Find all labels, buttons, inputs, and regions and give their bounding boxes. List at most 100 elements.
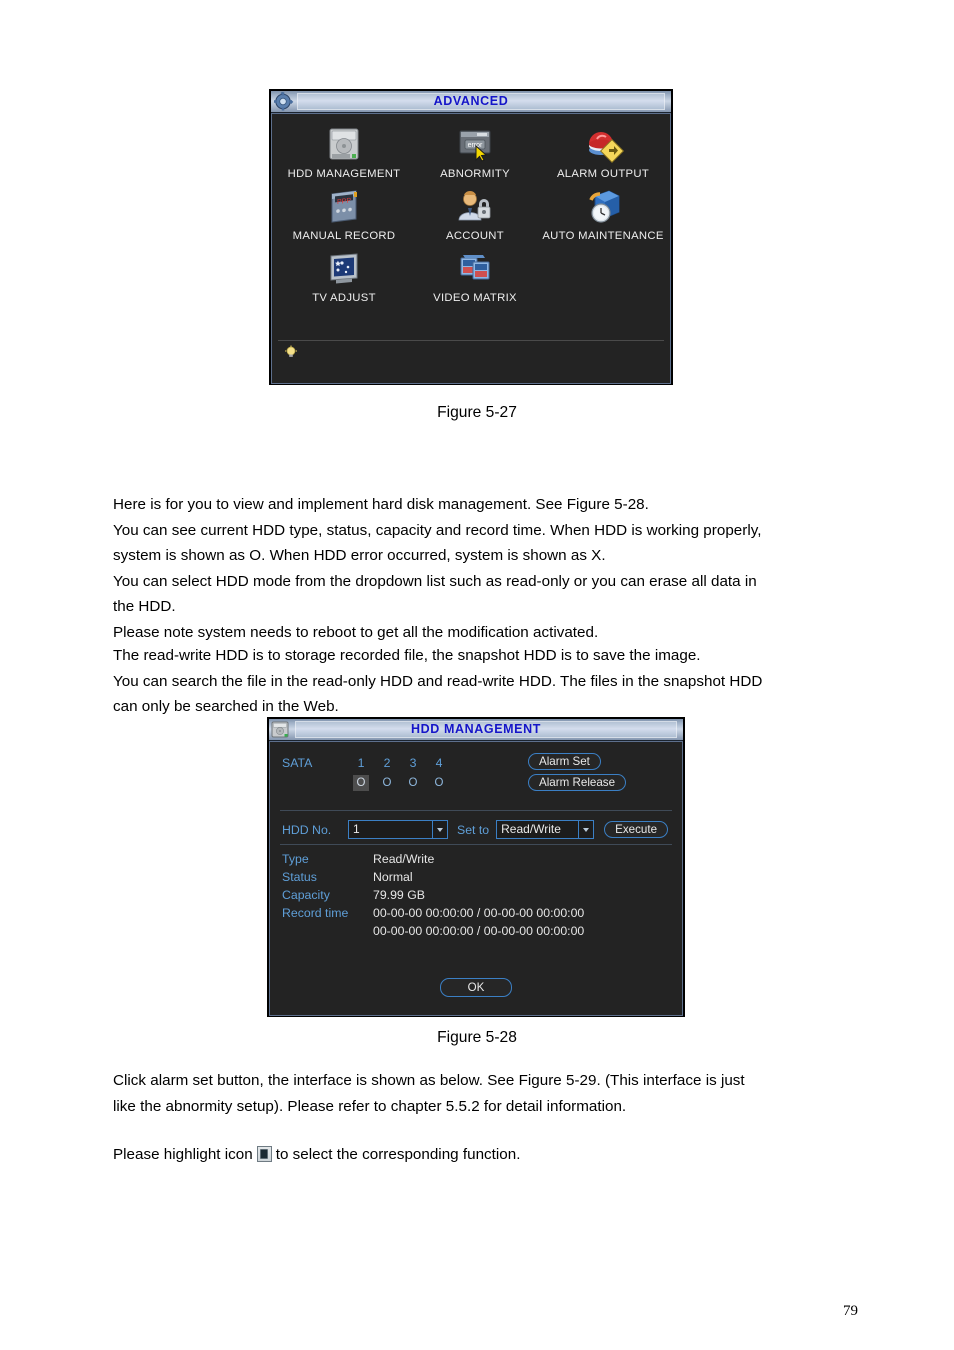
ok-button[interactable]: OK xyxy=(440,978,512,997)
chevron-down-icon[interactable] xyxy=(432,821,447,838)
paragraph-line: can only be searched in the Web. xyxy=(113,698,339,716)
paragraph-line: Please note system needs to reboot to ge… xyxy=(113,623,599,641)
menu-item-tv-adjust[interactable]: TV ADJUST xyxy=(278,248,410,304)
tv-screen-icon xyxy=(322,248,366,290)
property-value: Normal xyxy=(373,870,413,884)
advanced-dialog-title: ADVANCED xyxy=(433,94,509,108)
section-divider xyxy=(280,810,672,811)
alarm-siren-icon xyxy=(581,124,625,166)
menu-item-label: ACCOUNT xyxy=(446,230,504,242)
menu-item-auto-maintenance[interactable]: AUTO MAINTENANCE xyxy=(537,186,669,242)
menu-item-abnormity[interactable]: error ABNORMITY xyxy=(409,124,541,180)
paragraph-alarm-set: Click alarm set button, the interface is… xyxy=(113,1068,873,1119)
hdd-dialog-title: HDD MANAGEMENT xyxy=(411,722,541,736)
highlight-square-icon xyxy=(256,1146,272,1162)
paragraph-line: You can select HDD mode from the dropdow… xyxy=(113,572,757,590)
menu-item-label: MANUAL RECORD xyxy=(292,230,396,242)
alarm-set-button[interactable]: Alarm Set xyxy=(528,753,601,770)
advanced-dialog-titlebar: ADVANCED xyxy=(271,91,671,113)
box-clock-icon xyxy=(581,186,625,228)
chevron-down-icon[interactable] xyxy=(578,821,593,838)
property-key: Capacity xyxy=(282,888,330,902)
property-key: Record time xyxy=(282,906,349,920)
highlight-text-after: to select the corresponding function. xyxy=(275,1146,521,1163)
hdd-dialog-body: SATA 1 2 3 4 O O O O Alarm Set Alarm Rel… xyxy=(269,741,683,1016)
paragraph-line: Click alarm set button, the interface is… xyxy=(113,1072,745,1089)
execute-button[interactable]: Execute xyxy=(604,821,669,838)
hdd-no-value: 1 xyxy=(353,822,360,836)
sata-number: 2 xyxy=(383,756,391,770)
light-bulb-icon xyxy=(284,345,298,359)
sata-number: 4 xyxy=(435,756,443,770)
paragraph-line: like the abnormity setup). Please refer … xyxy=(113,1097,627,1115)
paragraph-line: system is shown as O. When HDD error occ… xyxy=(113,547,606,565)
section-divider xyxy=(280,844,672,845)
paragraph-line: the HDD. xyxy=(113,598,176,616)
svg-text:error: error xyxy=(468,142,483,149)
video-matrix-icon xyxy=(453,248,497,290)
hdd-no-label: HDD No. xyxy=(282,822,332,837)
sata-status-indicator[interactable]: O xyxy=(431,775,447,791)
menu-divider xyxy=(278,340,664,341)
figure-5-27-caption: Figure 5-27 xyxy=(437,404,517,421)
sata-number: 3 xyxy=(409,756,417,770)
alarm-button-group: Alarm Set Alarm Release xyxy=(528,753,627,791)
property-row-capacity: Capacity 79.99 GB xyxy=(282,888,676,906)
figure-5-28-caption: Figure 5-28 xyxy=(437,1029,517,1046)
paragraph-line: You can see current HDD type, status, ca… xyxy=(113,521,762,539)
property-key: Type xyxy=(282,852,309,866)
sata-number: 1 xyxy=(357,756,365,770)
set-to-dropdown[interactable]: Read/Write xyxy=(496,820,595,839)
menu-item-label: TV ADJUST xyxy=(312,292,376,304)
menu-item-manual-record[interactable]: PPP MANUAL RECORD xyxy=(278,186,410,242)
paragraph-hdd-intro: Here is for you to view and implement ha… xyxy=(113,492,873,646)
hdd-dialog-titlebar: HDD MANAGEMENT xyxy=(269,719,683,741)
sata-status-row: O O O O xyxy=(353,775,447,791)
menu-item-alarm-output[interactable]: ALARM OUTPUT xyxy=(537,124,669,180)
advanced-menu-grid: HDD MANAGEMENT error ABNORMITY ALARM OUT… xyxy=(272,120,670,335)
hdd-selection-row: HDD No. 1 Set to Read/Write Execute xyxy=(282,820,669,839)
user-lock-icon xyxy=(453,186,497,228)
menu-item-video-matrix[interactable]: VIDEO MATRIX xyxy=(409,248,541,304)
page-number: 79 xyxy=(843,1303,858,1319)
record-time-line: 00-00-00 00:00:00 / 00-00-00 00:00:00 xyxy=(373,906,585,920)
set-to-value: Read/Write xyxy=(501,822,561,836)
property-value: Read/Write xyxy=(373,852,435,866)
property-key: Status xyxy=(282,870,317,884)
paragraph-line: Here is for you to view and implement ha… xyxy=(113,496,649,513)
menu-item-label: AUTO MAINTENANCE xyxy=(542,230,664,242)
error-dialog-icon: error xyxy=(453,124,497,166)
hdd-no-dropdown[interactable]: 1 xyxy=(348,820,448,839)
record-time-values: 00-00-00 00:00:00 / 00-00-00 00:00:00 00… xyxy=(373,906,584,942)
paragraph-hdd-modes: The read-write HDD is to storage recorde… xyxy=(113,643,873,720)
paragraph-line-with-icon: Please highlight icon to select the corre… xyxy=(113,1142,873,1168)
hdd-management-dialog: HDD MANAGEMENT SATA 1 2 3 4 O O O O Alar… xyxy=(267,717,685,1017)
hdd-properties: Type Read/Write Status Normal Capacity 7… xyxy=(282,852,676,942)
sata-status-indicator[interactable]: O xyxy=(379,775,395,791)
menu-item-label: ABNORMITY xyxy=(440,168,510,180)
highlight-text-before: Please highlight icon xyxy=(113,1146,253,1163)
property-row-record-time: Record time 00-00-00 00:00:00 / 00-00-00… xyxy=(282,906,676,942)
property-row-status: Status Normal xyxy=(282,870,676,888)
sata-status-indicator[interactable]: O xyxy=(405,775,421,791)
property-row-type: Type Read/Write xyxy=(282,852,676,870)
record-time-line: 00-00-00 00:00:00 / 00-00-00 00:00:00 xyxy=(373,924,585,938)
menu-item-label: ALARM OUTPUT xyxy=(556,168,650,180)
sata-label: SATA xyxy=(282,756,313,770)
alarm-release-button[interactable]: Alarm Release xyxy=(528,774,627,791)
property-value: 79.99 GB xyxy=(373,888,425,902)
menu-item-label: VIDEO MATRIX xyxy=(433,292,517,304)
advanced-menu-dialog: ADVANCED HDD MANAGEMENT error ABNORMITY … xyxy=(269,89,673,385)
menu-item-label: HDD MANAGEMENT xyxy=(287,168,401,180)
paragraph-line: You can search the file in the read-only… xyxy=(113,672,763,690)
menu-item-account[interactable]: ACCOUNT xyxy=(409,186,541,242)
menu-item-hdd-management[interactable]: HDD MANAGEMENT xyxy=(278,124,410,180)
sata-number-row: 1 2 3 4 xyxy=(356,756,444,770)
paragraph-line: The read-write HDD is to storage recorde… xyxy=(113,647,701,664)
record-panel-icon: PPP xyxy=(322,186,366,228)
set-to-label: Set to xyxy=(457,822,490,837)
sata-status-indicator[interactable]: O xyxy=(353,775,369,791)
paragraph-highlight-icon: Please highlight icon to select the corre… xyxy=(113,1142,873,1168)
hard-disk-icon xyxy=(322,124,366,166)
advanced-dialog-body: HDD MANAGEMENT error ABNORMITY ALARM OUT… xyxy=(271,113,671,384)
